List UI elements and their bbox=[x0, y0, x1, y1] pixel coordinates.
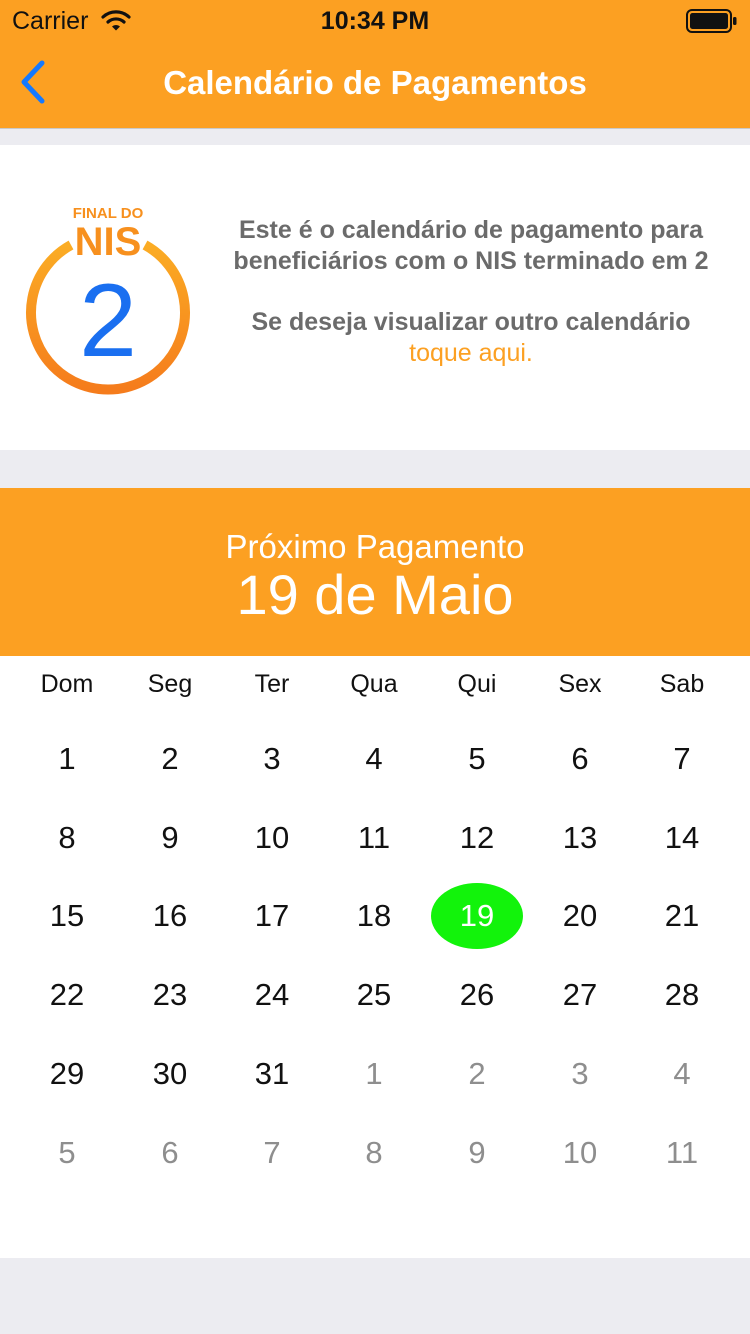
adjacent-month-day[interactable]: 9 bbox=[431, 1120, 523, 1186]
next-payment-banner: Próximo Pagamento 19 de Maio bbox=[0, 488, 750, 656]
header: Carrier 10:34 PM Calendário de Pagamento… bbox=[0, 0, 750, 129]
calendar-day[interactable]: 18 bbox=[328, 883, 420, 949]
calendar-day[interactable]: 5 bbox=[431, 726, 523, 792]
battery-icon bbox=[686, 9, 738, 33]
adjacent-month-day[interactable]: 8 bbox=[328, 1120, 420, 1186]
adjacent-month-day[interactable]: 6 bbox=[124, 1120, 216, 1186]
next-payment-label: Próximo Pagamento bbox=[225, 528, 525, 565]
badge-digit: 2 bbox=[79, 263, 137, 379]
adjacent-month-day[interactable]: 10 bbox=[534, 1120, 626, 1186]
page-title: Calendário de Pagamentos bbox=[163, 64, 587, 101]
calendar-day[interactable]: 29 bbox=[21, 1041, 113, 1107]
next-payment-date: 19 de Maio bbox=[236, 563, 514, 626]
calendar-day[interactable]: 23 bbox=[124, 962, 216, 1028]
clock: 10:34 PM bbox=[320, 7, 430, 35]
status-bar: Carrier 10:34 PM bbox=[0, 0, 750, 40]
calendar-day[interactable]: 21 bbox=[636, 883, 728, 949]
calendar-day[interactable]: 6 bbox=[534, 726, 626, 792]
change-calendar-link[interactable]: toque aqui. bbox=[212, 338, 730, 369]
calendar-day[interactable]: 26 bbox=[431, 962, 523, 1028]
info-text: Este é o calendário de pagamento para be… bbox=[212, 215, 730, 369]
calendar-day[interactable]: 12 bbox=[431, 805, 523, 871]
calendar-day[interactable]: 27 bbox=[534, 962, 626, 1028]
info-card: FINAL DO NIS 2 Este é o calendário de pa… bbox=[0, 145, 750, 450]
calendar-day[interactable]: 7 bbox=[636, 726, 728, 792]
badge-nis-text: NIS bbox=[75, 220, 142, 264]
calendar-day[interactable]: 14 bbox=[636, 805, 728, 871]
calendar-day[interactable]: 16 bbox=[124, 883, 216, 949]
calendar-day[interactable]: 17 bbox=[226, 883, 318, 949]
adjacent-month-day[interactable]: 11 bbox=[636, 1120, 728, 1186]
calendar-day[interactable]: 8 bbox=[21, 805, 113, 871]
adjacent-month-day[interactable]: 7 bbox=[226, 1120, 318, 1186]
info-line-3: Se deseja visualizar outro calendário bbox=[251, 308, 691, 336]
calendar-day[interactable]: 10 bbox=[226, 805, 318, 871]
adjacent-month-day[interactable]: 3 bbox=[534, 1041, 626, 1107]
calendar-day[interactable]: 1 bbox=[21, 726, 113, 792]
calendar-grid: 1 2 3 4 5 6 7 8 9 10 11 12 13 14 15 16 17 18 19 20 21 22 23 24 2… bbox=[0, 656, 750, 1258]
calendar-day[interactable]: 9 bbox=[124, 805, 216, 871]
calendar-day[interactable]: 25 bbox=[328, 962, 420, 1028]
info-line-1: Este é o calendário de pagamento para bbox=[238, 216, 704, 244]
adjacent-month-day[interactable]: 2 bbox=[431, 1041, 523, 1107]
calendar-day[interactable]: 31 bbox=[226, 1041, 318, 1107]
payment-day[interactable]: 19 bbox=[431, 883, 523, 949]
adjacent-month-day[interactable]: 5 bbox=[21, 1120, 113, 1186]
calendar-day[interactable]: 2 bbox=[124, 726, 216, 792]
calendar-day[interactable]: 15 bbox=[21, 883, 113, 949]
info-line-2: beneficiários com o NIS terminado em 2 bbox=[233, 247, 709, 275]
calendar-day[interactable]: 4 bbox=[328, 726, 420, 792]
nis-badge-logo: FINAL DO NIS 2 bbox=[26, 205, 190, 395]
calendar-day[interactable]: 11 bbox=[328, 805, 420, 871]
calendar-day[interactable]: 24 bbox=[226, 962, 318, 1028]
calendar-day[interactable]: 20 bbox=[534, 883, 626, 949]
navigation-bar: Calendário de Pagamentos bbox=[0, 40, 750, 128]
adjacent-month-day[interactable]: 4 bbox=[636, 1041, 728, 1107]
adjacent-month-day[interactable]: 1 bbox=[328, 1041, 420, 1107]
calendar-day[interactable]: 22 bbox=[21, 962, 113, 1028]
calendar: Dom Seg Ter Qua Qui Sex Sab 1 2 3 4 5 6 7 8 9 10 11 12 13 1… bbox=[0, 656, 750, 1258]
calendar-day[interactable]: 30 bbox=[124, 1041, 216, 1107]
calendar-day[interactable]: 3 bbox=[226, 726, 318, 792]
calendar-day[interactable]: 28 bbox=[636, 962, 728, 1028]
calendar-day[interactable]: 13 bbox=[534, 805, 626, 871]
